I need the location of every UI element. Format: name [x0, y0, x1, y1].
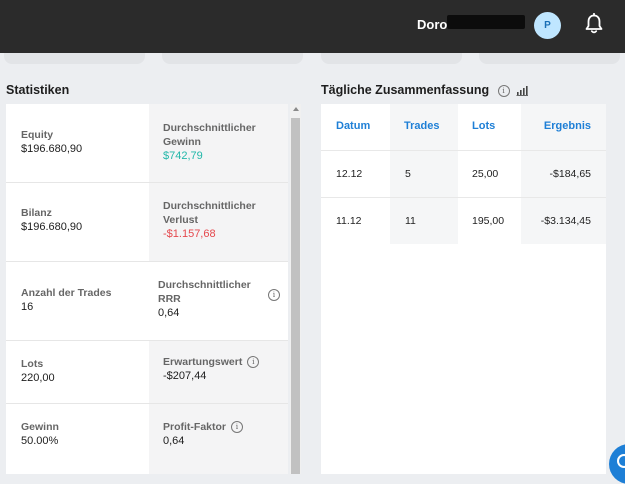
column-header-result[interactable]: Ergebnis: [544, 120, 591, 132]
statistics-panel: Equity $196.680,90 Durchschnittlicher Ge…: [6, 104, 288, 474]
stat-label: Gewinn: [21, 421, 59, 433]
info-icon[interactable]: i: [268, 289, 280, 301]
cell-lots: 25,00: [472, 168, 499, 180]
cell-date: 12.12: [336, 168, 363, 180]
stat-cell: Anzahl der Trades 16: [6, 262, 149, 340]
stat-value: 16: [21, 301, 34, 313]
bar-chart-icon[interactable]: [516, 85, 529, 97]
row-divider: [321, 197, 606, 198]
top-bar: Doro P: [0, 0, 625, 53]
info-icon[interactable]: i: [497, 84, 510, 97]
stat-label: Lots: [21, 358, 44, 370]
cell-result: -$3.134,45: [540, 215, 591, 227]
stat-value: 0,64: [158, 307, 180, 319]
stat-row: Equity $196.680,90 Durchschnittlicher Ge…: [6, 104, 288, 183]
stat-label: Anzahl der Trades: [21, 287, 112, 299]
daily-summary-header: Tägliche Zusammenfassung i: [321, 83, 529, 97]
stat-cell: Lots 220,00: [6, 341, 149, 403]
stat-value: $742,79: [163, 150, 203, 162]
cell-trades: 5: [405, 168, 411, 180]
tab-stub: [4, 53, 145, 64]
chat-icon[interactable]: [609, 444, 625, 484]
stat-value: $196.680,90: [21, 143, 83, 155]
user-name[interactable]: Doro: [417, 17, 447, 32]
name-redaction: [447, 15, 525, 29]
cell-date: 11.12: [336, 215, 362, 227]
stat-label: Bilanz: [21, 207, 52, 219]
stat-row: Anzahl der Trades 16 Durchschnittlicher …: [6, 262, 288, 341]
stat-label-row: Erwartungswert i: [163, 355, 260, 369]
header-divider: [321, 150, 606, 151]
column-header-lots[interactable]: Lots: [472, 120, 495, 132]
stat-cell: Durchschnittlicher Gewinn $742,79: [149, 104, 288, 182]
tab-stub: [479, 53, 620, 64]
stat-cell: Equity $196.680,90: [6, 104, 149, 182]
column-header-trades[interactable]: Trades: [404, 120, 439, 132]
tab-stub: [321, 53, 462, 64]
bell-icon[interactable]: [584, 13, 604, 35]
avatar[interactable]: P: [534, 12, 561, 39]
stat-label: Erwartungswert: [163, 356, 243, 368]
tab-stub: [162, 53, 303, 64]
stat-row: Lots 220,00 Erwartungswert i -$207,44: [6, 341, 288, 404]
stat-value: $196.680,90: [21, 221, 83, 233]
stat-value: 220,00: [21, 372, 55, 384]
stat-cell: Bilanz $196.680,90: [6, 183, 149, 261]
stat-cell: Durchschnittlicher RRR 0,64 i: [149, 262, 288, 340]
stat-label: Equity: [21, 129, 54, 141]
cell-result: -$184,65: [549, 168, 591, 180]
scrollbar[interactable]: [290, 104, 301, 474]
info-icon[interactable]: i: [230, 421, 243, 434]
cell-trades: 11: [405, 215, 416, 227]
stat-value: -$1.157,68: [163, 228, 216, 240]
daily-summary-panel: Datum Trades Lots Ergebnis 12.12 5 25,00…: [321, 104, 606, 474]
stat-label: Durchschnittlicher Gewinn: [163, 122, 256, 148]
stat-label-row: Profit-Faktor i: [163, 420, 243, 434]
stat-cell: Profit-Faktor i 0,64: [149, 404, 288, 474]
stat-cell: Erwartungswert i -$207,44: [149, 341, 288, 403]
stat-label: Durchschnittlicher RRR: [158, 279, 251, 305]
scroll-up-arrow[interactable]: [293, 107, 299, 111]
scroll-thumb[interactable]: [291, 118, 300, 474]
stat-row: Gewinn 50.00% Profit-Faktor i 0,64: [6, 404, 288, 474]
stat-label: Durchschnittlicher Verlust: [163, 200, 256, 226]
statistics-title: Statistiken: [6, 83, 70, 97]
stat-cell: Durchschnittlicher Verlust -$1.157,68: [149, 183, 288, 261]
daily-summary-title: Tägliche Zusammenfassung: [321, 83, 490, 97]
stat-value: -$207,44: [163, 370, 207, 382]
stat-value: 50.00%: [21, 435, 59, 447]
stat-cell: Gewinn 50.00%: [6, 404, 149, 474]
info-icon[interactable]: i: [247, 356, 260, 369]
stat-row: Bilanz $196.680,90 Durchschnittlicher Ve…: [6, 183, 288, 262]
column-header-date[interactable]: Datum: [336, 120, 370, 132]
stat-value: 0,64: [163, 435, 185, 447]
cell-lots: 195,00: [472, 215, 505, 227]
stat-label: Profit-Faktor: [163, 421, 226, 433]
